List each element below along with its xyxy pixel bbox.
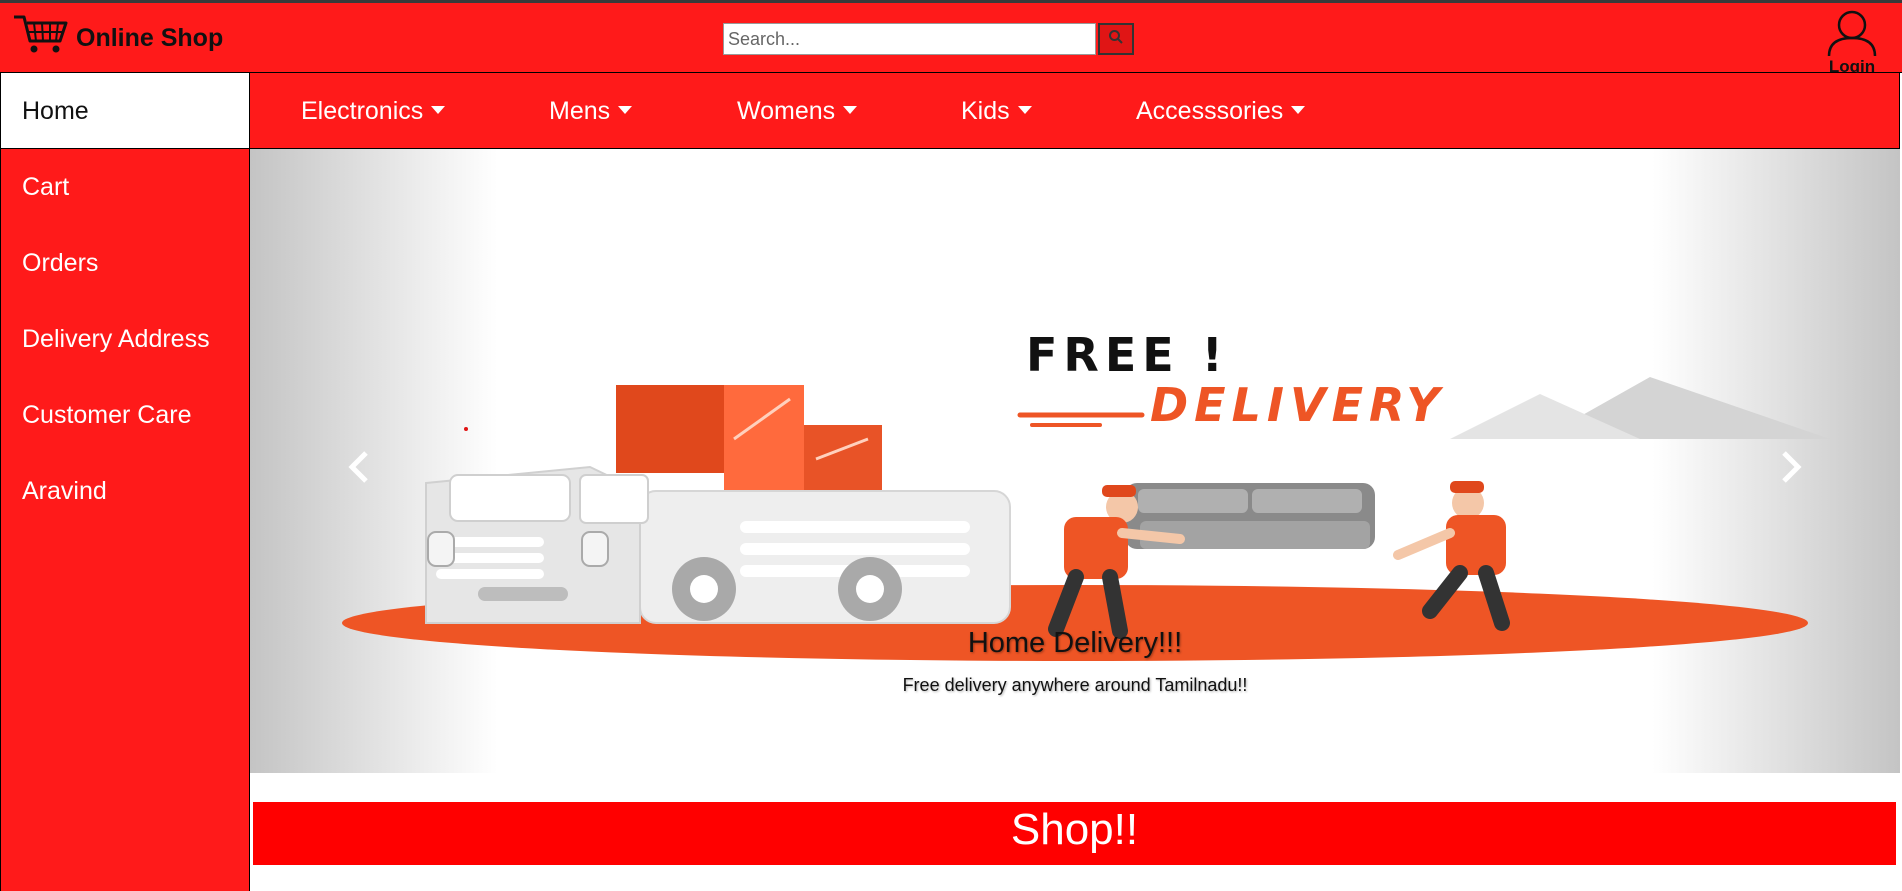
- caret-down-icon: [1017, 106, 1032, 115]
- nav-item-electronics[interactable]: Electronics: [301, 73, 446, 149]
- search-icon: [1108, 29, 1124, 50]
- nav-item-accessories[interactable]: Accesssories: [1136, 73, 1306, 149]
- sidebar-item-user-profile[interactable]: Aravind: [1, 453, 249, 529]
- header: Online Shop Login: [0, 3, 1902, 76]
- sidebar: Home Cart Orders Delivery Address Custom…: [0, 73, 250, 891]
- carousel-next-button[interactable]: [1772, 449, 1812, 489]
- banner-text-free: FREE !: [1026, 328, 1229, 382]
- brand-title: Online Shop: [76, 24, 224, 52]
- brand[interactable]: Online Shop: [12, 11, 223, 60]
- sidebar-item-home[interactable]: Home: [1, 73, 249, 149]
- search-bar: [723, 23, 1134, 55]
- chevron-left-icon: [346, 449, 370, 490]
- shop-section-title: Shop!!: [253, 802, 1896, 865]
- sidebar-item-cart[interactable]: Cart: [1, 149, 249, 225]
- carousel-prev-button[interactable]: [338, 449, 378, 489]
- search-button[interactable]: [1098, 23, 1134, 55]
- nav-label: Womens: [737, 97, 836, 125]
- nav-label: Electronics: [301, 97, 424, 125]
- nav-item-womens[interactable]: Womens: [737, 73, 858, 149]
- carousel-caption-text: Free delivery anywhere around Tamilnadu!…: [902, 675, 1248, 695]
- caret-down-icon: [843, 106, 858, 115]
- search-input[interactable]: [723, 23, 1096, 55]
- login-button[interactable]: Login: [1822, 8, 1882, 77]
- sidebar-item-orders[interactable]: Orders: [1, 225, 249, 301]
- sidebar-item-customer-care[interactable]: Customer Care: [1, 377, 249, 453]
- hero-carousel: FREE ! DELIVERY Home Delivery!!! Free de…: [250, 149, 1900, 773]
- nav-label: Kids: [961, 97, 1010, 125]
- shopping-cart-icon: [12, 11, 70, 60]
- nav-label: Accesssories: [1136, 97, 1284, 125]
- category-navbar: Electronics Mens Womens Kids Accesssorie…: [250, 73, 1900, 149]
- chevron-right-icon: [1780, 449, 1804, 490]
- sidebar-item-delivery-address[interactable]: Delivery Address: [1, 301, 249, 377]
- nav-item-kids[interactable]: Kids: [961, 73, 1032, 149]
- banner-text-delivery: DELIVERY: [1150, 378, 1446, 432]
- nav-label: Mens: [549, 97, 611, 125]
- caret-down-icon: [618, 106, 633, 115]
- carousel-caption-title: Home Delivery!!!: [967, 627, 1183, 659]
- caret-down-icon: [1291, 106, 1306, 115]
- caret-down-icon: [431, 106, 446, 115]
- nav-item-mens[interactable]: Mens: [549, 73, 633, 149]
